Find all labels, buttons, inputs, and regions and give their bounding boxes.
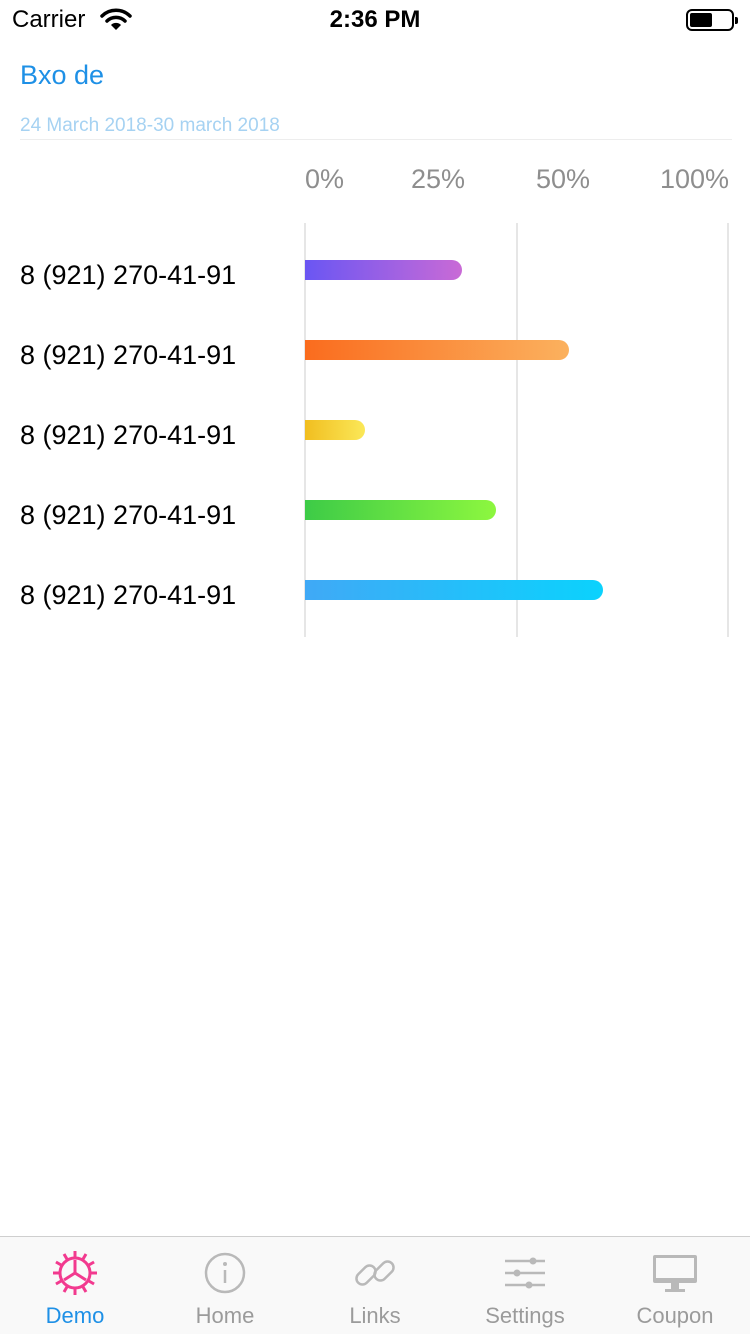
bar-5 xyxy=(305,580,603,600)
tab-label: Settings xyxy=(485,1303,565,1328)
tab-demo[interactable]: Demo xyxy=(0,1237,150,1334)
status-time: 2:36 PM xyxy=(329,6,421,33)
info-icon xyxy=(201,1249,249,1297)
grid-line xyxy=(515,223,518,637)
tab-label: Home xyxy=(195,1303,255,1328)
battery-icon xyxy=(686,9,738,31)
status-bar: Carrier 2:36 PM xyxy=(0,0,750,40)
tab-settings[interactable]: Settings xyxy=(450,1237,600,1334)
tab-label: Links xyxy=(349,1303,401,1328)
category-label: 8 (921) 270-41-91 xyxy=(20,420,237,450)
x-tick-label: 100% xyxy=(660,164,730,194)
grid-line xyxy=(727,223,729,637)
sliders-icon xyxy=(501,1249,549,1297)
x-tick-label: 25% xyxy=(411,164,466,194)
x-tick-label: 50% xyxy=(536,164,591,194)
date-range: 24 March 2018-30 march 2018 xyxy=(20,115,280,136)
x-tick-label: 0% xyxy=(305,164,345,194)
bar-3 xyxy=(305,420,365,440)
tab-label: Coupon xyxy=(636,1303,714,1328)
page-title: Bxo de xyxy=(20,60,105,90)
header-divider xyxy=(20,139,732,140)
category-label: 8 (921) 270-41-91 xyxy=(20,260,237,290)
gear-icon xyxy=(51,1249,99,1297)
tab-label: Demo xyxy=(45,1303,105,1328)
tab-links[interactable]: Links xyxy=(300,1237,450,1334)
category-label: 8 (921) 270-41-91 xyxy=(20,500,237,530)
tab-home[interactable]: Home xyxy=(150,1237,300,1334)
category-label: 8 (921) 270-41-91 xyxy=(20,580,237,610)
bar-chart: 0% 25% 50% 100% 8 (921) 270-41-91 8 (921) 270… xyxy=(0,150,750,650)
bar-4 xyxy=(305,500,497,520)
link-icon xyxy=(351,1249,399,1297)
tab-coupon[interactable]: Coupon xyxy=(600,1237,750,1334)
tab-bar: Demo Home Links Settings Coupon xyxy=(0,1236,750,1334)
category-label: 8 (921) 270-41-91 xyxy=(20,340,237,370)
bar-2 xyxy=(305,340,569,360)
bar-1 xyxy=(305,260,463,280)
monitor-icon xyxy=(651,1249,699,1297)
